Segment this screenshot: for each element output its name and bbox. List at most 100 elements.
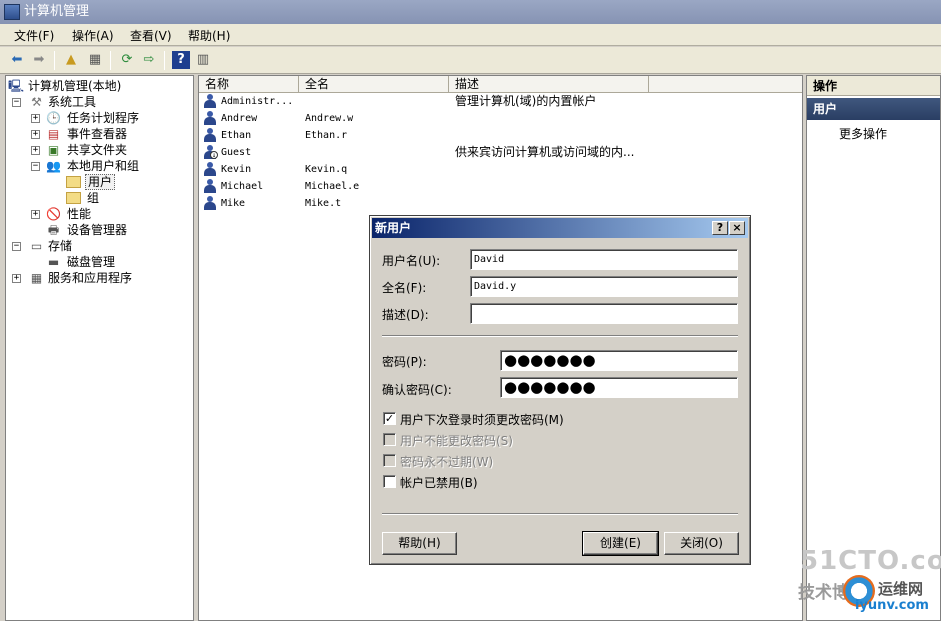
confirm-password-label: 确认密码(C):: [382, 383, 452, 397]
dialog-close-icon[interactable]: ×: [729, 221, 745, 235]
back-icon[interactable]: ⬅: [8, 51, 26, 69]
tree-item-label: 共享文件夹: [67, 143, 128, 157]
description-input[interactable]: [470, 303, 738, 324]
tree-item-local-users-groups[interactable]: − 👥 本地用户和组: [31, 158, 139, 174]
show-action-pane-icon[interactable]: ▥: [194, 51, 212, 69]
must-change-password-label: 用户下次登录时须更改密码(M): [400, 413, 564, 427]
actions-section-users[interactable]: 用户: [807, 98, 940, 120]
device-manager-icon: 🖶: [47, 223, 60, 237]
toolbar: ⬅ ➡ ▲ ▦ ⟳ ⇨ ? ▥: [0, 47, 941, 74]
user-icon: [203, 94, 217, 108]
menu-action[interactable]: 操作(A): [72, 27, 114, 44]
tree-item-task-scheduler[interactable]: + 🕒 任务计划程序: [31, 110, 139, 126]
dialog-title: 新用户: [375, 221, 412, 235]
tree-item-services-apps[interactable]: + ▦ 服务和应用程序: [12, 270, 132, 286]
watermark-right-text: 运维网: [878, 580, 924, 598]
export-list-icon[interactable]: ⇨: [140, 51, 158, 69]
table-row[interactable]: ↓ Guest 供来宾访问计算机或访问域的内...: [199, 144, 799, 161]
expand-icon[interactable]: +: [31, 146, 40, 155]
tree-item-storage[interactable]: − ▭ 存储: [12, 238, 72, 254]
user-icon: [203, 111, 217, 125]
help-button[interactable]: 帮助(H): [382, 532, 457, 555]
computer-management-icon: [4, 4, 20, 20]
tree-item-disk-management[interactable]: ▬ 磁盘管理: [46, 254, 115, 270]
expand-icon[interactable]: +: [12, 274, 21, 283]
menu-help[interactable]: 帮助(H): [188, 27, 230, 44]
cell-fullname: Michael.e: [305, 181, 360, 192]
fullname-input[interactable]: David.y: [470, 276, 738, 297]
menu-bar: 文件(F) 操作(A) 查看(V) 帮助(H): [0, 24, 941, 46]
table-row[interactable]: Kevin Kevin.q: [199, 161, 799, 178]
cell-fullname: Mike.t: [305, 198, 342, 209]
account-disabled-checkbox[interactable]: [383, 475, 396, 488]
password-label: 密码(P):: [382, 355, 427, 369]
tree-item-device-manager[interactable]: 🖶 设备管理器: [46, 222, 127, 238]
user-icon: [203, 162, 217, 176]
help-icon[interactable]: ?: [172, 51, 190, 69]
column-header-description[interactable]: 描述: [449, 76, 649, 93]
event-viewer-icon: ▤: [47, 127, 60, 141]
tree-item-system-tools[interactable]: − ⚒ 系统工具: [12, 94, 96, 110]
table-row[interactable]: Mike Mike.t: [199, 195, 799, 212]
show-hide-tree-icon[interactable]: ▦: [86, 51, 104, 69]
user-icon: [203, 179, 217, 193]
folder-icon: [66, 176, 81, 188]
computer-icon: 🖳: [8, 79, 25, 93]
list-header: 名称 全名 描述: [199, 76, 802, 93]
expand-icon[interactable]: +: [31, 210, 40, 219]
fullname-label: 全名(F):: [382, 281, 427, 295]
confirm-password-input[interactable]: ●●●●●●●: [500, 377, 738, 398]
more-actions-link[interactable]: 更多操作: [839, 125, 887, 142]
collapse-icon[interactable]: −: [31, 162, 40, 171]
tree-item-label: 性能: [67, 207, 92, 221]
cell-fullname: Kevin.q: [305, 164, 348, 175]
window-title: 计算机管理: [24, 4, 90, 19]
actions-header: 操作: [807, 76, 940, 96]
table-row[interactable]: Michael Michael.e: [199, 178, 799, 195]
table-row[interactable]: Andrew Andrew.w: [199, 110, 799, 127]
refresh-icon[interactable]: ⟳: [118, 51, 136, 69]
expand-icon[interactable]: +: [31, 114, 40, 123]
tree-item-event-viewer[interactable]: + ▤ 事件查看器: [31, 126, 127, 142]
column-header-fullname[interactable]: 全名: [299, 76, 449, 93]
cell-fullname: Ethan.r: [305, 130, 348, 141]
cell-fullname: Andrew.w: [305, 113, 354, 124]
password-never-expires-checkbox[interactable]: [383, 454, 396, 467]
tree-item-users[interactable]: 用户: [66, 174, 116, 190]
collapse-icon[interactable]: −: [12, 98, 21, 107]
divider: [382, 335, 738, 337]
dialog-help-button[interactable]: ?: [712, 221, 728, 235]
expand-icon[interactable]: +: [31, 130, 40, 139]
tree-item-label: 本地用户和组: [67, 159, 140, 173]
cell-description: 供来宾访问计算机或访问域的内...: [455, 145, 635, 159]
close-button[interactable]: 关闭(O): [664, 532, 739, 555]
table-row[interactable]: Administr... 管理计算机(域)的内置帐户: [199, 93, 799, 110]
account-disabled-label: 帐户已禁用(B): [400, 476, 478, 490]
window-title-bar: 计算机管理: [0, 0, 941, 24]
up-folder-icon[interactable]: ▲: [62, 51, 80, 69]
column-header-name[interactable]: 名称: [199, 76, 299, 93]
tree-item-performance[interactable]: + 🚫 性能: [31, 206, 91, 222]
forward-icon[interactable]: ➡: [30, 51, 48, 69]
collapse-icon[interactable]: −: [12, 242, 21, 251]
tree-item-label: 磁盘管理: [67, 255, 116, 269]
menu-file[interactable]: 文件(F): [14, 27, 54, 44]
cell-name: Andrew: [221, 113, 258, 124]
create-button[interactable]: 创建(E): [582, 531, 659, 556]
username-input[interactable]: David: [470, 249, 738, 270]
tree-item-groups[interactable]: 组: [66, 190, 99, 206]
cannot-change-password-checkbox[interactable]: [383, 433, 396, 446]
menu-view[interactable]: 查看(V): [130, 27, 172, 44]
storage-icon: ▭: [30, 239, 43, 253]
tree-item-label: 任务计划程序: [67, 111, 140, 125]
tree-root[interactable]: 🖳 计算机管理(本地): [8, 78, 121, 94]
tree-item-shared-folders[interactable]: + ▣ 共享文件夹: [31, 142, 127, 158]
password-input[interactable]: ●●●●●●●: [500, 350, 738, 371]
table-row[interactable]: Ethan Ethan.r: [199, 127, 799, 144]
cell-name: Kevin: [221, 164, 252, 175]
tree-item-label: 系统工具: [48, 95, 97, 109]
users-groups-icon: 👥: [46, 159, 61, 173]
must-change-password-checkbox[interactable]: ✓: [383, 412, 396, 425]
description-label: 描述(D):: [382, 308, 429, 322]
cell-name: Administr...: [221, 96, 294, 107]
